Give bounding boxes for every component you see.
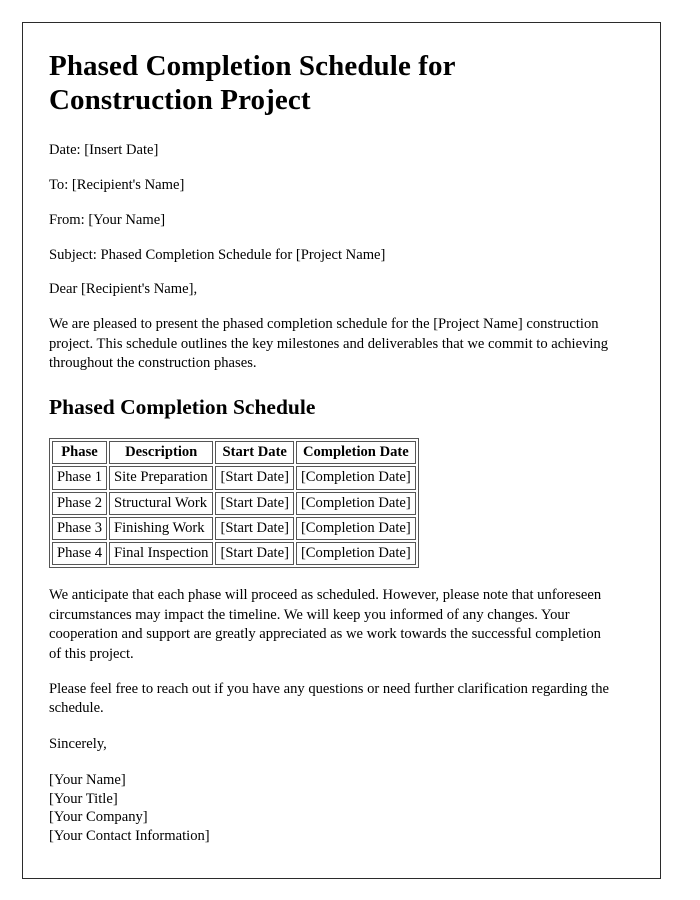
cell-description: Site Preparation [109, 466, 214, 490]
signature-company: [Your Company] [49, 809, 148, 826]
column-header-phase: Phase [52, 441, 107, 465]
cell-phase: Phase 2 [52, 491, 107, 515]
page-title: Phased Completion Schedule for Construct… [49, 50, 456, 117]
signature-block: [Your Name] [Your Title] [Your Company] … [49, 771, 632, 845]
cell-completion-date: [Completion Date] [295, 542, 416, 566]
column-header-description: Description [109, 441, 214, 465]
phase-schedule-table: Phase Description Start Date Completion … [49, 438, 419, 569]
cell-start-date: [Start Date] [215, 542, 294, 566]
closing-paragraph-2: Please feel free to reach out if you hav… [49, 681, 609, 717]
signature-title: [Your Title] [49, 790, 118, 807]
cell-start-date: [Start Date] [215, 466, 294, 490]
document-body: Phased Completion Schedule for Construct… [23, 23, 660, 845]
intro-paragraph: We are pleased to present the phased com… [49, 316, 609, 371]
table-row: Phase 3 Finishing Work [Start Date] [Com… [52, 516, 416, 541]
cell-description: Structural Work [109, 491, 214, 515]
cell-completion-date: [Completion Date] [295, 491, 416, 515]
meta-date: Date: [Insert Date] [49, 142, 159, 159]
cell-phase: Phase 3 [52, 516, 107, 541]
column-header-completion-date: Completion Date [295, 441, 416, 465]
meta-recipient: To: [Recipient's Name] [49, 177, 185, 194]
table-row: Phase 1 Site Preparation [Start Date] [C… [52, 466, 416, 490]
cell-start-date: [Start Date] [215, 516, 294, 541]
table-row: Phase 4 Final Inspection [Start Date] [C… [52, 542, 416, 566]
salutation: Dear [Recipient's Name], [49, 281, 198, 298]
cell-completion-date: [Completion Date] [295, 466, 416, 490]
column-header-start-date: Start Date [215, 441, 294, 465]
table-body: Phase 1 Site Preparation [Start Date] [C… [52, 466, 416, 566]
cell-description: Finishing Work [109, 516, 214, 541]
table-header-row: Phase Description Start Date Completion … [52, 441, 416, 465]
document-page: Phased Completion Schedule for Construct… [22, 22, 661, 879]
meta-subject: Subject: Phased Completion Schedule for … [49, 246, 386, 263]
cell-phase: Phase 4 [52, 542, 107, 566]
cell-completion-date: [Completion Date] [295, 516, 416, 541]
sign-off: Sincerely, [49, 735, 107, 752]
cell-phase: Phase 1 [52, 466, 107, 490]
section-heading-schedule: Phased Completion Schedule [49, 395, 316, 420]
signature-contact: [Your Contact Information] [49, 827, 210, 844]
meta-sender: From: [Your Name] [49, 211, 166, 228]
closing-paragraph-1: We anticipate that each phase will proce… [49, 587, 602, 662]
cell-start-date: [Start Date] [215, 491, 294, 515]
table-row: Phase 2 Structural Work [Start Date] [Co… [52, 491, 416, 515]
cell-description: Final Inspection [109, 542, 214, 566]
table-header-group: Phase Description Start Date Completion … [52, 441, 416, 465]
signature-name: [Your Name] [49, 772, 126, 789]
